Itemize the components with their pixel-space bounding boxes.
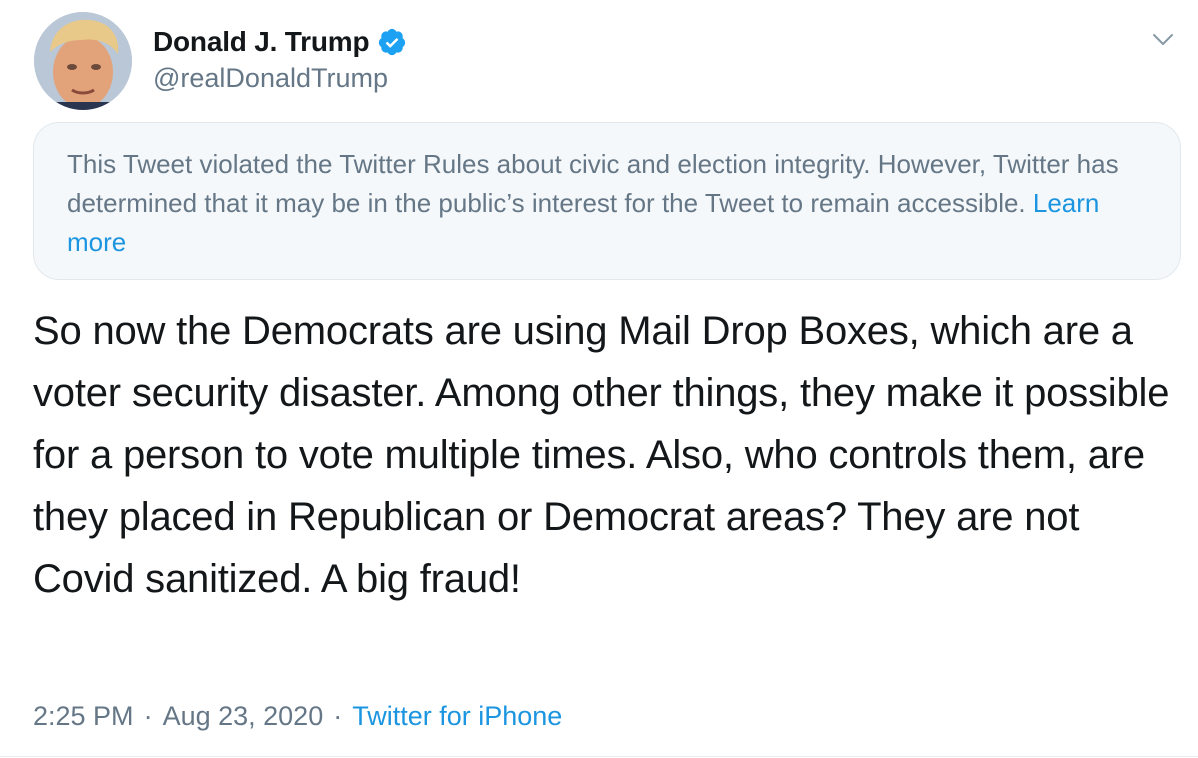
policy-notice-text: This Tweet violated the Twitter Rules ab… [67, 149, 1119, 218]
avatar-portrait-icon [34, 12, 132, 110]
divider [0, 756, 1198, 757]
tweet-meta: 2:25 PM · Aug 23, 2020 · Twitter for iPh… [33, 694, 562, 738]
tweet-date[interactable]: Aug 23, 2020 [163, 701, 324, 732]
policy-notice: This Tweet violated the Twitter Rules ab… [33, 122, 1181, 280]
chevron-down-icon[interactable] [1150, 26, 1176, 52]
display-name[interactable]: Donald J. Trump [153, 26, 370, 58]
tweet-text: So now the Democrats are using Mail Drop… [33, 309, 1170, 601]
tweet-source-link[interactable]: Twitter for iPhone [352, 701, 562, 732]
tweet-time[interactable]: 2:25 PM [33, 701, 134, 732]
meta-separator: · [333, 700, 343, 731]
author-name-row[interactable]: Donald J. Trump [153, 22, 407, 62]
avatar[interactable] [34, 12, 132, 110]
verified-badge-icon [377, 27, 407, 57]
meta-separator: · [143, 700, 153, 731]
tweet-card: Donald J. Trump @realDonaldTrump This Tw… [0, 0, 1198, 758]
user-handle[interactable]: @realDonaldTrump [153, 63, 388, 94]
